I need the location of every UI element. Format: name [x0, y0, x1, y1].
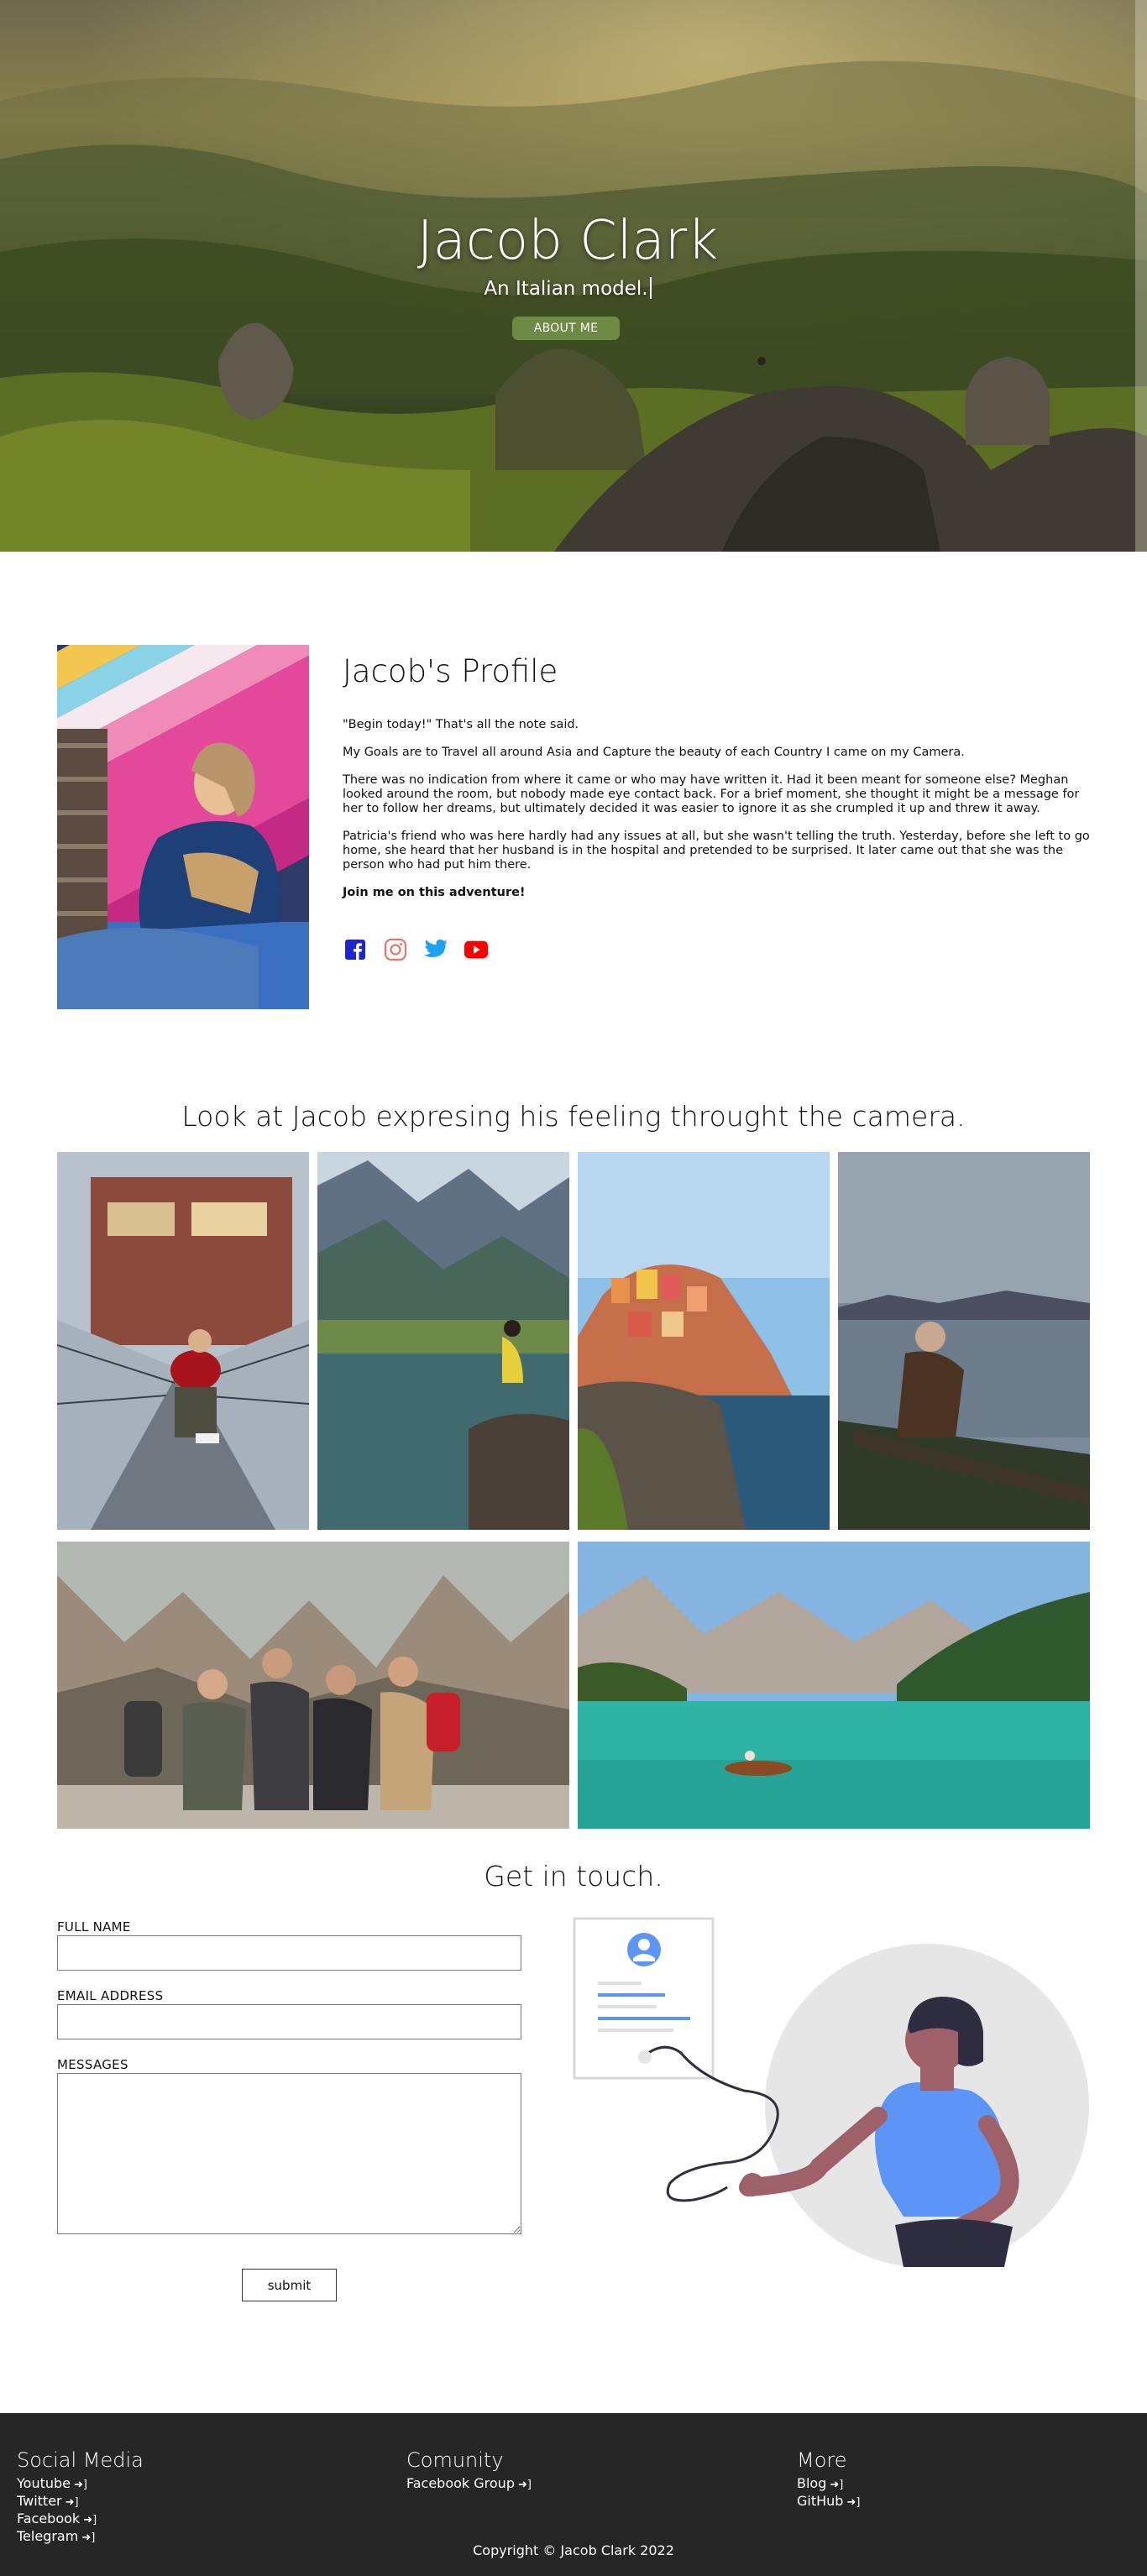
gallery-heading: Look at Jacob expresing his feeling thro… — [181, 1100, 966, 1133]
messages-label: MESSAGES — [57, 2057, 128, 2072]
hero-landscape-image — [0, 0, 1147, 552]
contact-illustration — [573, 1917, 1089, 2267]
external-link-icon: ➜] — [83, 2514, 97, 2526]
footer-heading: Social Media — [17, 2448, 144, 2472]
contact-heading: Get in touch. — [484, 1860, 663, 1893]
instagram-icon[interactable] — [383, 937, 408, 962]
external-link-icon: ➜] — [74, 2479, 87, 2491]
bio-paragraph: There was no indication from where it ca… — [343, 773, 1080, 815]
footer-link-twitter[interactable]: Twitter ➜] — [17, 2493, 144, 2511]
full-name-label: FULL NAME — [57, 1919, 131, 1935]
hero-title: Jacob Clark — [416, 210, 719, 272]
gallery-photo-bridge — [57, 1152, 309, 1530]
gallery-photo-coastal-village — [578, 1152, 830, 1530]
email-address-input[interactable] — [57, 2004, 521, 2039]
facebook-icon[interactable] — [343, 937, 368, 962]
footer-community: Comunity Facebook Group ➜] — [406, 2448, 532, 2493]
profile-bio: "Begin today!" That's all the note said.… — [343, 718, 1090, 914]
footer-link-facebook[interactable]: Facebook ➜] — [17, 2511, 144, 2528]
footer-social-media: Social Media Youtube ➜] Twitter ➜] Faceboo… — [17, 2448, 144, 2546]
gallery-photo-friends-hiking — [57, 1542, 569, 1829]
about-me-button[interactable]: ABOUT ME — [512, 317, 620, 340]
gallery-photo-lake-bench — [838, 1152, 1090, 1530]
hero-subtitle: An Italian model. — [0, 277, 1135, 300]
bio-paragraph: Patricia's friend who was here hardly ha… — [343, 830, 1090, 872]
footer-link-blog[interactable]: Blog ➜] — [797, 2475, 860, 2493]
bio-paragraph: "Begin today!" That's all the note said. — [343, 718, 579, 731]
external-link-icon: ➜] — [65, 2496, 79, 2509]
submit-button[interactable]: submit — [242, 2269, 337, 2301]
typing-cursor — [649, 277, 652, 299]
footer-heading: More — [797, 2448, 847, 2472]
gallery-photo-boat-lake — [578, 1542, 1090, 1829]
footer-link-github[interactable]: GitHub ➜] — [797, 2493, 860, 2511]
external-link-icon: ➜] — [517, 2479, 532, 2491]
external-link-icon: ➜] — [846, 2496, 861, 2509]
footer-link-facebook-group[interactable]: Facebook Group ➜] — [406, 2475, 532, 2493]
footer-more: More Blog ➜] GitHub ➜] — [797, 2448, 860, 2511]
profile-social-links — [343, 937, 489, 962]
adventure-cta: Join me on this adventure! — [343, 886, 526, 899]
scrollbar[interactable] — [1135, 0, 1147, 552]
copyright-text: Copyright © Jacob Clark 2022 — [473, 2542, 674, 2558]
email-address-label: EMAIL ADDRESS — [57, 1988, 164, 2003]
profile-photo — [57, 645, 309, 1009]
bio-paragraph: My Goals are to Travel all around Asia a… — [343, 746, 965, 759]
gallery-photo-lake-mountains — [317, 1152, 569, 1530]
footer-link-youtube[interactable]: Youtube ➜] — [17, 2475, 144, 2493]
messages-textarea[interactable] — [57, 2073, 521, 2234]
twitter-icon[interactable] — [423, 937, 448, 962]
site-footer: Social Media Youtube ➜] Twitter ➜] Faceboo… — [0, 2413, 1147, 2576]
footer-heading: Comunity — [406, 2448, 504, 2472]
external-link-icon: ➜] — [830, 2479, 844, 2491]
hero-banner: Jacob Clark An Italian model. ABOUT ME — [0, 0, 1147, 552]
full-name-input[interactable] — [57, 1935, 521, 1971]
typed-subtitle-text: An Italian model. — [484, 278, 648, 300]
youtube-icon[interactable] — [464, 937, 489, 962]
profile-heading: Jacob's Profile — [343, 653, 558, 689]
